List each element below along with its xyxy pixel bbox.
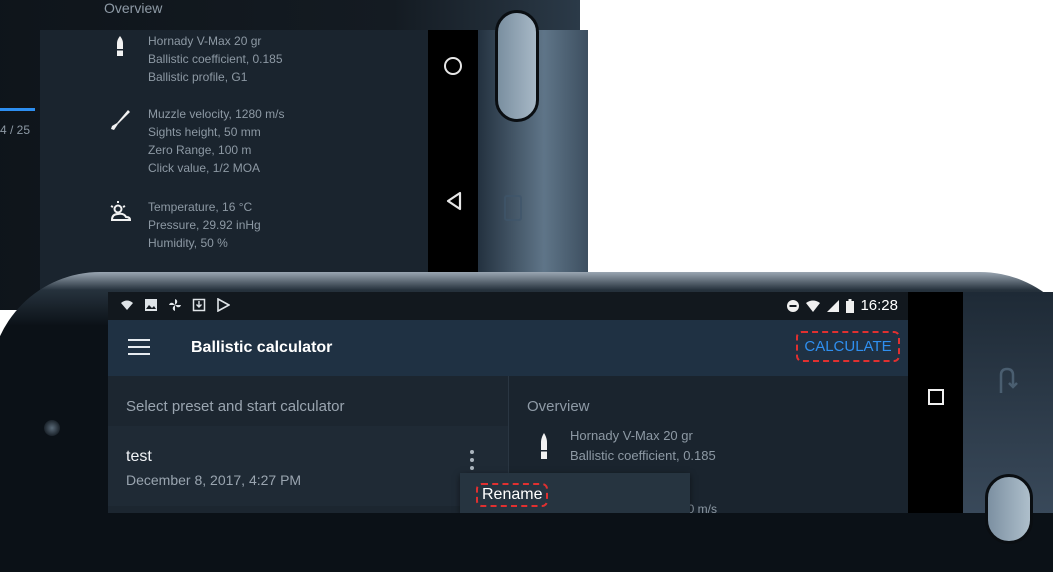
do-not-disturb-icon <box>787 299 800 312</box>
rename-menu-item[interactable]: Rename <box>476 483 549 507</box>
top-bullet-line: Ballistic coefficient, 0.185 <box>148 52 283 66</box>
top-rifle-info: Muzzle velocity, 1280 m/s Sights height,… <box>148 105 285 177</box>
top-rifle-line: Sights height, 50 mm <box>148 125 261 139</box>
top-rifle-line: Zero Range, 100 m <box>148 143 252 157</box>
bullet-icon <box>541 433 547 459</box>
page-title: Ballistic calculator <box>191 339 333 356</box>
rifle-icon <box>111 110 130 130</box>
back-icon[interactable] <box>444 190 464 212</box>
image-icon <box>145 299 157 311</box>
top-weather-line: Pressure, 29.92 inHg <box>148 218 261 232</box>
play-store-icon <box>217 298 230 312</box>
top-weather-info: Temperature, 16 °C Pressure, 29.92 inHg … <box>148 198 261 252</box>
bullet-info-line: Hornady V-Max 20 gr <box>570 428 693 443</box>
status-clock: 16:28 <box>860 297 898 314</box>
preset-list-pane: Select preset and start calculator test … <box>108 376 508 513</box>
battery-icon <box>846 298 855 313</box>
preset-list-item[interactable]: test December 8, 2017, 4:27 PM <box>108 426 508 506</box>
back-ghost-icon <box>999 367 1018 393</box>
overview-heading: Overview <box>527 398 590 415</box>
top-bullet-info: Hornady V-Max 20 gr Ballistic coefficien… <box>148 32 283 86</box>
fan-icon <box>169 299 181 311</box>
wifi-icon <box>121 300 133 310</box>
menu-icon[interactable] <box>128 339 150 355</box>
fingerprint-sensor <box>985 474 1033 544</box>
download-icon <box>192 298 206 312</box>
top-overview-heading: Overview <box>104 0 163 16</box>
bullet-info: Hornady V-Max 20 gr Ballistic coefficien… <box>570 426 716 466</box>
app-toolbar: Ballistic calculator CALCULATE <box>108 320 908 376</box>
preset-list-heading: Select preset and start calculator <box>126 398 345 415</box>
bullet-info-line: Ballistic coefficient, 0.185 <box>570 448 716 463</box>
top-bullet-line: Ballistic profile, G1 <box>148 70 248 84</box>
weather-icon <box>110 201 132 221</box>
wifi-icon <box>806 300 821 312</box>
recents-icon[interactable] <box>928 389 944 405</box>
top-bullet-line: Hornady V-Max 20 gr <box>148 34 262 48</box>
top-rifle-line: Muzzle velocity, 1280 m/s <box>148 107 285 121</box>
top-rifle-line: Click value, 1/2 MOA <box>148 161 261 175</box>
fingerprint-sensor <box>495 10 539 122</box>
preset-name: test <box>126 448 152 465</box>
app-screen: 16:28 Ballistic calculator CALCULATE Sel… <box>108 292 908 513</box>
status-left-icons <box>120 298 230 312</box>
bullet-icon <box>117 36 123 56</box>
more-options-icon[interactable] <box>470 450 476 472</box>
progress-bar <box>0 108 35 111</box>
top-weather-line: Temperature, 16 °C <box>148 200 253 214</box>
top-weather-line: Humidity, 50 % <box>148 236 228 250</box>
signal-icon <box>827 299 840 312</box>
context-menu: Rename <box>460 473 690 513</box>
home-icon[interactable] <box>444 57 462 75</box>
status-right-icons: 16:28 <box>786 297 898 314</box>
preset-date: December 8, 2017, 4:27 PM <box>126 472 302 488</box>
status-bar: 16:28 <box>108 292 908 320</box>
camera-icon <box>44 420 60 436</box>
recents-ghost-icon <box>504 195 522 221</box>
progress-count: 4 / 25 <box>0 123 31 137</box>
calculate-button[interactable]: CALCULATE <box>796 331 900 362</box>
